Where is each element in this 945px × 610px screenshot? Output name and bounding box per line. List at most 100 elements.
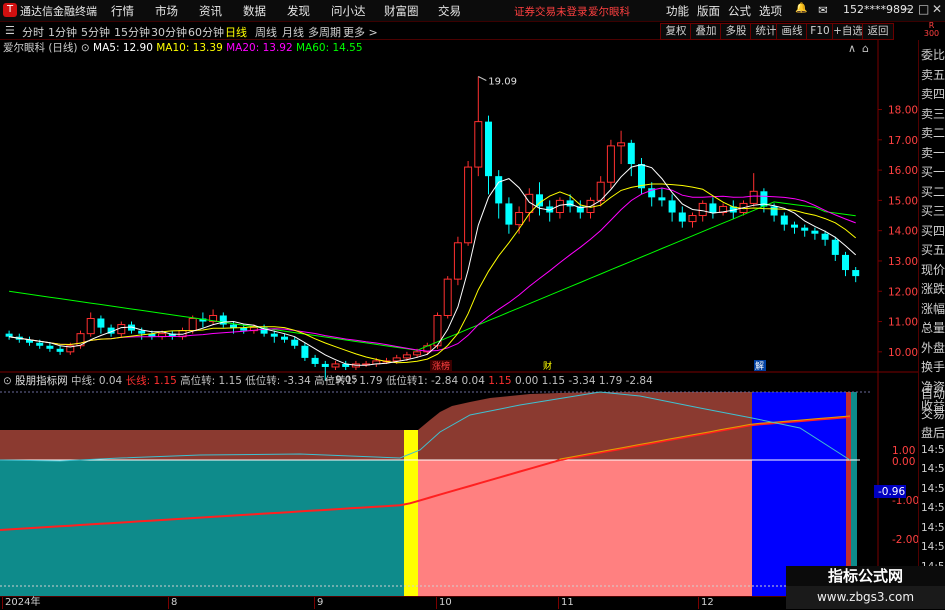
menu-item-6[interactable]: 财富圈 <box>384 3 419 19</box>
indicator-brown-top <box>418 392 752 460</box>
price-label: 16.00 <box>888 165 918 177</box>
high-marker <box>478 76 487 81</box>
sidebar-item-6[interactable]: 买一 <box>921 163 945 180</box>
collapse-icon[interactable]: ∧ <box>848 42 856 55</box>
sidebar-item-3[interactable]: 卖三 <box>921 105 945 122</box>
right-menu-item-2[interactable]: 公式 <box>728 3 751 19</box>
period-10[interactable]: 更多 > <box>343 24 378 40</box>
candle-body <box>749 190 758 204</box>
period-toolbar: 分时 1分钟 5分钟 15分钟 30分钟 60分钟 日线 周线 月线 多周期 更多 > ☰ 复权 叠加 多股… <box>0 22 894 40</box>
sidebar-item-11[interactable]: 现价 <box>921 261 945 278</box>
right-menu-item-1[interactable]: 版面 <box>697 3 720 19</box>
menu-item-0[interactable]: 行情 <box>111 3 134 19</box>
toolbar-button-2[interactable]: 多股 <box>720 23 752 40</box>
title-bar: T 通达信金融终端 行情 市场 资讯 数据 发现 问小达 财富圈 交易 证券交易未登录 爱尔眼科 功… <box>0 0 945 22</box>
period-1[interactable]: 1分钟 <box>48 24 77 40</box>
sidebar-item-22[interactable]: 14:56 <box>921 444 945 456</box>
candle-body <box>821 233 829 240</box>
mail-icon[interactable]: ✉ <box>818 3 828 17</box>
right-menu-item-0[interactable]: 功能 <box>666 3 689 19</box>
period-6[interactable]: 日线 <box>225 24 247 40</box>
candle-body <box>566 200 574 207</box>
price-label: 13.00 <box>888 256 918 268</box>
event-tag[interactable]: 解 <box>755 360 764 372</box>
sidebar-item-16[interactable]: 换手 <box>921 358 945 375</box>
candle-body <box>811 230 819 234</box>
sidebar-item-19[interactable]: 自动 <box>921 385 945 402</box>
maximize-icon[interactable]: □ <box>918 2 929 16</box>
right-menu-item-3[interactable]: 选项 <box>759 3 782 19</box>
toolbar-button-6[interactable]: +自选 <box>832 23 864 40</box>
candle-body <box>474 121 483 168</box>
event-tag[interactable]: 涨榜 <box>432 360 450 372</box>
sidebar-item-12[interactable]: 涨跌 <box>921 280 945 297</box>
sidebar-item-27[interactable]: 14:56 <box>921 541 945 553</box>
period-5[interactable]: 60分钟 <box>188 24 224 40</box>
period-7[interactable]: 周线 <box>255 24 277 40</box>
candle-body <box>627 142 635 165</box>
sidebar-item-14[interactable]: 总量 <box>921 319 945 336</box>
menu-item-7[interactable]: 交易 <box>438 3 461 19</box>
sidebar-header: R 300 <box>923 21 940 38</box>
pin-icon[interactable]: ⌂ <box>862 42 869 55</box>
chart-area[interactable]: 爱尔眼科 (日线) ⊙ MA5: 12.90 MA10: 13.39 MA20:… <box>0 40 918 596</box>
sidebar-item-4[interactable]: 卖二 <box>921 124 945 141</box>
sidebar-item-0[interactable]: 委比 <box>921 46 945 63</box>
sidebar-item-7[interactable]: 买二 <box>921 183 945 200</box>
period-0[interactable]: 分时 <box>22 24 44 40</box>
sidebar-item-10[interactable]: 买五 <box>921 241 945 258</box>
menu-item-3[interactable]: 数据 <box>243 3 266 19</box>
price-label: 18.00 <box>888 105 918 117</box>
sidebar-item-5[interactable]: 卖一 <box>921 144 945 161</box>
period-list-icon[interactable]: ☰ <box>5 24 15 37</box>
period-4[interactable]: 30分钟 <box>151 24 187 40</box>
toolbar-button-1[interactable]: 叠加 <box>690 23 722 40</box>
minimize-icon[interactable]: ─ <box>903 2 910 16</box>
bell-icon[interactable]: 🔔 <box>795 3 807 14</box>
close-icon[interactable]: ✕ <box>932 2 942 16</box>
candle-body <box>515 212 524 226</box>
sidebar-item-13[interactable]: 涨幅 <box>921 300 945 317</box>
candle-body <box>413 351 422 356</box>
menu-item-4[interactable]: 发现 <box>287 3 310 19</box>
sidebar-item-8[interactable]: 买三 <box>921 202 945 219</box>
sidebar-item-1[interactable]: 卖五 <box>921 66 945 83</box>
toolbar-button-4[interactable]: 画线 <box>776 23 808 40</box>
menu-item-2[interactable]: 资讯 <box>199 3 222 19</box>
toolbar-button-7[interactable]: 返回 <box>862 23 894 40</box>
menu-item-5[interactable]: 问小达 <box>331 3 366 19</box>
period-8[interactable]: 月线 <box>282 24 304 40</box>
app-title: 通达信金融终端 <box>20 5 97 18</box>
price-label: 14.00 <box>888 226 918 238</box>
candle-body <box>780 215 788 225</box>
sidebar-item-21[interactable]: 盘后 <box>921 424 945 441</box>
trade-login-notice[interactable]: 证券交易未登录 <box>514 4 588 19</box>
app-logo-icon: T <box>3 3 17 17</box>
sidebar-item-2[interactable]: 卖四 <box>921 85 945 102</box>
toolbar-button-5[interactable]: F10 <box>806 23 834 40</box>
candle-body <box>658 197 666 201</box>
sidebar-item-9[interactable]: 买四 <box>921 222 945 239</box>
toolbar-button-0[interactable]: 复权 <box>660 23 692 40</box>
price-label: 12.00 <box>888 286 918 298</box>
candle-body <box>86 318 95 335</box>
sidebar-item-26[interactable]: 14:56 <box>921 522 945 534</box>
period-3[interactable]: 15分钟 <box>114 24 150 40</box>
price-label: 11.00 <box>888 317 918 329</box>
sidebar-item-20[interactable]: 交易 <box>921 405 945 422</box>
candle-body <box>36 342 44 346</box>
sidebar-item-25[interactable]: 14:56 <box>921 502 945 514</box>
sidebar-item-23[interactable]: 14:56 <box>921 463 945 475</box>
menu-item-1[interactable]: 市场 <box>155 3 178 19</box>
candle-body <box>505 203 513 225</box>
sidebar-item-24[interactable]: 14:56 <box>921 483 945 495</box>
candle-body <box>5 333 13 337</box>
candle-body <box>331 363 340 368</box>
event-tag[interactable]: 财 <box>543 360 552 372</box>
candle-body <box>188 318 197 332</box>
candle-body <box>688 215 697 223</box>
period-9[interactable]: 多周期 <box>308 24 341 40</box>
candle-body <box>801 227 809 231</box>
period-2[interactable]: 5分钟 <box>81 24 110 40</box>
sidebar-item-15[interactable]: 外盘 <box>921 339 945 356</box>
